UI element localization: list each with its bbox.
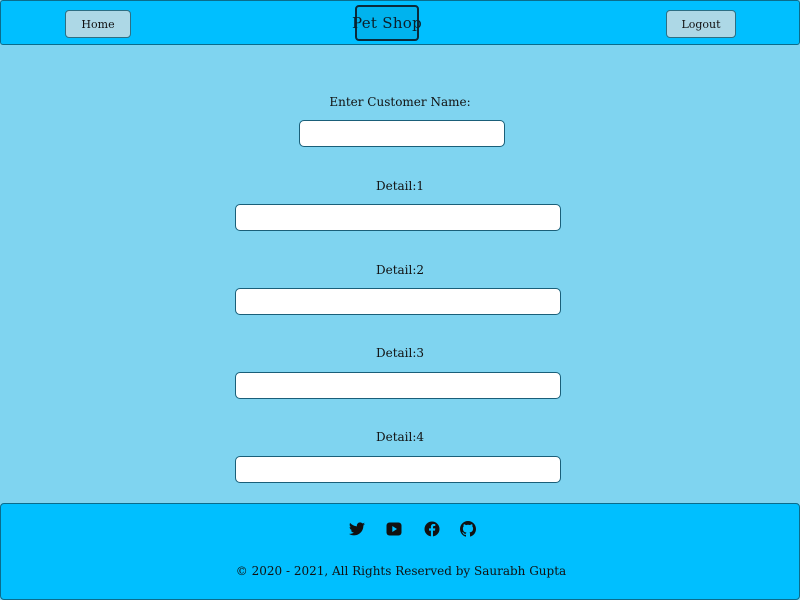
- detail-2-input[interactable]: [235, 288, 561, 315]
- customer-name-input[interactable]: [299, 120, 505, 147]
- detail-1-label: Detail:1: [375, 179, 425, 193]
- customer-name-label: Enter Customer Name:: [329, 95, 471, 109]
- logout-button[interactable]: Logout: [666, 10, 736, 38]
- header: Home Pet Shop Logout: [0, 0, 800, 45]
- copyright-text: © 2020 - 2021, All Rights Reserved by Sa…: [235, 564, 567, 578]
- twitter-icon[interactable]: [346, 518, 368, 540]
- pet-shop-logo[interactable]: Pet Shop: [352, 5, 422, 41]
- facebook-icon[interactable]: [421, 518, 443, 540]
- home-button[interactable]: Home: [65, 10, 131, 38]
- detail-3-input[interactable]: [235, 372, 561, 399]
- footer: © 2020 - 2021, All Rights Reserved by Sa…: [0, 503, 800, 600]
- detail-1-input[interactable]: [235, 204, 561, 231]
- detail-2-label: Detail:2: [375, 263, 425, 277]
- youtube-icon[interactable]: [383, 518, 405, 540]
- detail-4-label: Detail:4: [375, 430, 425, 444]
- github-icon[interactable]: [457, 518, 479, 540]
- detail-4-input[interactable]: [235, 456, 561, 483]
- detail-3-label: Detail:3: [375, 346, 425, 360]
- customer-form: Enter Customer Name: Detail:1 Detail:2 D…: [0, 45, 800, 503]
